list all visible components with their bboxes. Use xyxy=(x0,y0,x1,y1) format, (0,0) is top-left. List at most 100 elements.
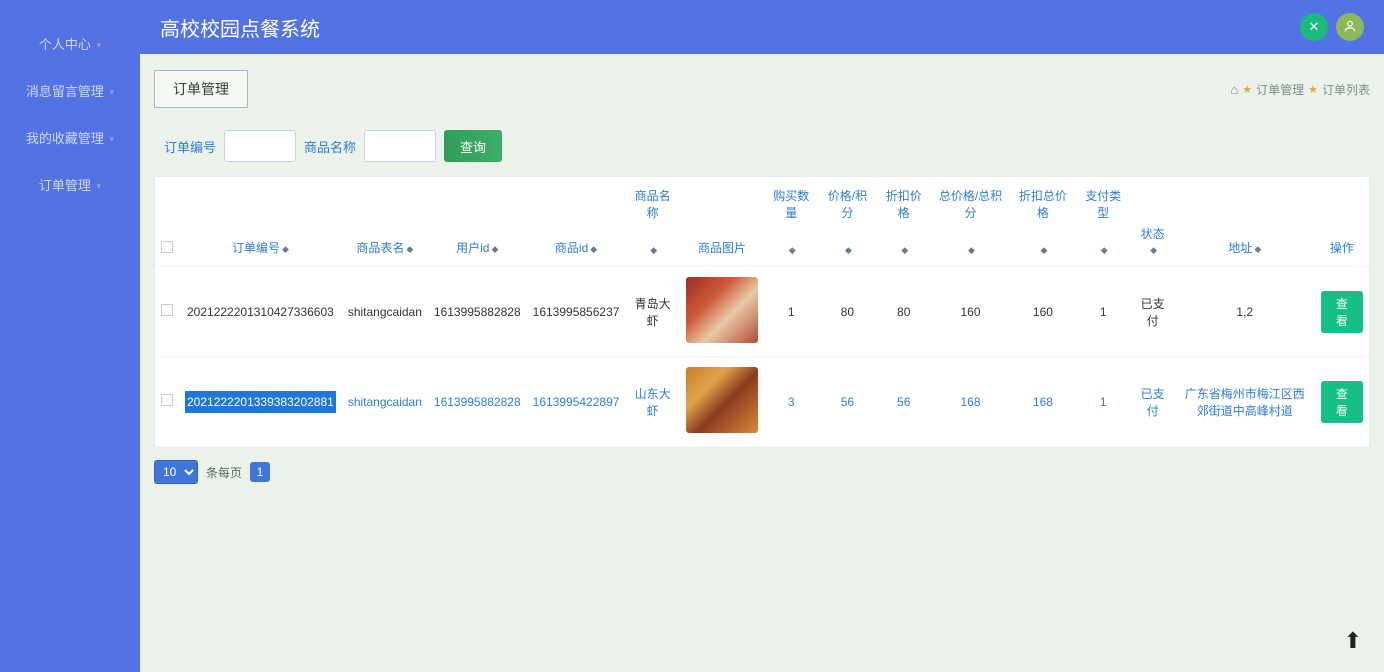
chevron-down-icon: ▾ xyxy=(110,134,115,145)
sort-icon: ◆ xyxy=(282,244,289,254)
user-button[interactable] xyxy=(1336,13,1364,41)
product-image xyxy=(686,277,758,343)
sort-icon: ◆ xyxy=(1150,245,1157,255)
cell-discount-total: 168 xyxy=(1010,357,1076,447)
fullscreen-button[interactable]: ✕ xyxy=(1300,13,1328,41)
cell-order-no: 2021222201310427336603 xyxy=(179,267,342,357)
page-title: 高校校园点餐系统 xyxy=(160,13,1292,42)
col-discount-total-sort[interactable]: ◆ xyxy=(1010,223,1076,267)
cell-qty: 3 xyxy=(764,357,819,447)
cell-pay-type: 1 xyxy=(1076,267,1131,357)
sidebar-item-label: 消息留言管理 xyxy=(26,84,104,99)
orders-table: 商品名称 购买数量 价格/积分 折扣价格 总价格/总积分 折扣总价格 支付类型 xyxy=(154,176,1370,448)
arrow-up-icon: ⬆ xyxy=(1344,628,1362,653)
cell-total: 160 xyxy=(931,267,1010,357)
product-name-input[interactable] xyxy=(364,130,436,162)
chevron-down-icon: ▾ xyxy=(110,87,115,98)
cell-status: 已支付 xyxy=(1130,267,1174,357)
col-product-img: 商品图片 xyxy=(698,241,746,255)
table-row: 2021222201339383202881 shitangcaidan 161… xyxy=(155,357,1369,447)
sidebar-item-profile[interactable]: 个人中心 ▾ xyxy=(0,20,140,67)
view-button[interactable]: 查看 xyxy=(1321,291,1363,333)
query-button[interactable]: 查询 xyxy=(444,130,502,162)
product-name-label: 商品名称 xyxy=(304,137,356,156)
scroll-to-top-button[interactable]: ⬆ xyxy=(1344,628,1362,654)
page-size-select[interactable]: 10 xyxy=(154,460,198,484)
cell-user-id: 1613995882828 xyxy=(428,267,527,357)
order-no-input[interactable] xyxy=(224,130,296,162)
pagination: 10 条每页 1 xyxy=(154,460,1370,484)
select-all-checkbox[interactable] xyxy=(161,241,173,253)
page-number[interactable]: 1 xyxy=(250,462,270,482)
col-qty-sort[interactable]: ◆ xyxy=(764,223,819,267)
cell-pay-type: 1 xyxy=(1076,357,1131,447)
cell-discount-total: 160 xyxy=(1010,267,1076,357)
sidebar-item-label: 订单管理 xyxy=(39,178,91,193)
cell-price: 80 xyxy=(818,267,876,357)
breadcrumb: ⌂ ★ 订单管理 ★ 订单列表 xyxy=(1230,81,1370,98)
cell-total: 168 xyxy=(931,357,1010,447)
chevron-down-icon: ▾ xyxy=(97,181,102,192)
sidebar-item-label: 我的收藏管理 xyxy=(26,131,104,146)
order-no-label: 订单编号 xyxy=(164,137,216,156)
header: 高校校园点餐系统 ✕ xyxy=(140,0,1384,54)
cell-table-name: shitangcaidan xyxy=(342,357,428,447)
cell-product-id: 1613995856237 xyxy=(527,267,626,357)
breadcrumb-section: 订单管理 xyxy=(1256,81,1304,98)
col-ops: 操作 xyxy=(1330,241,1354,255)
sort-icon: ◆ xyxy=(590,244,597,254)
sidebar: 个人中心 ▾ 消息留言管理 ▾ 我的收藏管理 ▾ 订单管理 ▾ xyxy=(0,0,140,672)
cell-status: 已支付 xyxy=(1130,357,1174,447)
col-product-name-sort[interactable]: ◆ xyxy=(625,223,680,267)
col-status-sort[interactable]: 状态◆ xyxy=(1130,223,1174,267)
col-discount-total: 折扣总价格 xyxy=(1019,189,1067,220)
product-image xyxy=(686,367,758,433)
col-discount-price-sort[interactable]: ◆ xyxy=(876,223,931,267)
cell-product-id: 1613995422897 xyxy=(527,357,626,447)
home-icon: ⌂ xyxy=(1230,82,1238,97)
user-icon xyxy=(1343,19,1357,36)
sort-icon: ◆ xyxy=(845,245,852,255)
cell-qty: 1 xyxy=(764,267,819,357)
col-table-name-sort[interactable]: 商品表名◆ xyxy=(342,223,428,267)
col-address-sort[interactable]: 地址◆ xyxy=(1175,223,1315,267)
expand-icon: ✕ xyxy=(1309,19,1320,35)
tab-order-manage[interactable]: 订单管理 xyxy=(154,70,248,108)
cell-table-name: shitangcaidan xyxy=(342,267,428,357)
row-checkbox[interactable] xyxy=(161,304,173,316)
col-price-sort[interactable]: ◆ xyxy=(818,223,876,267)
col-total-sort[interactable]: ◆ xyxy=(931,223,1010,267)
col-price: 价格/积分 xyxy=(828,189,867,220)
col-total: 总价格/总积分 xyxy=(939,189,1002,220)
col-pay-type: 支付类型 xyxy=(1085,189,1121,220)
sort-icon: ◆ xyxy=(901,245,908,255)
cell-order-no: 2021222201339383202881 xyxy=(185,391,336,413)
sort-icon: ◆ xyxy=(650,245,657,255)
cell-user-id: 1613995882828 xyxy=(428,357,527,447)
col-product-id-sort[interactable]: 商品id◆ xyxy=(527,223,626,267)
col-order-no-sort[interactable]: 订单编号◆ xyxy=(179,223,342,267)
col-discount-price: 折扣价格 xyxy=(886,189,922,220)
col-user-id-sort[interactable]: 用户id◆ xyxy=(428,223,527,267)
sidebar-item-label: 个人中心 xyxy=(39,37,91,52)
sidebar-item-messages[interactable]: 消息留言管理 ▾ xyxy=(0,67,140,114)
cell-discount-price: 80 xyxy=(876,267,931,357)
chevron-down-icon: ▾ xyxy=(97,40,102,51)
row-checkbox[interactable] xyxy=(161,394,173,406)
col-product-name: 商品名称 xyxy=(635,189,671,220)
cell-price: 56 xyxy=(818,357,876,447)
star-icon: ★ xyxy=(1308,83,1318,96)
sort-icon: ◆ xyxy=(406,244,413,254)
sort-icon: ◆ xyxy=(968,245,975,255)
cell-address: 广东省梅州市梅江区西郊街道中高峰村道 xyxy=(1175,357,1315,447)
cell-discount-price: 56 xyxy=(876,357,931,447)
sidebar-item-favorites[interactable]: 我的收藏管理 ▾ xyxy=(0,114,140,161)
sidebar-item-orders[interactable]: 订单管理 ▾ xyxy=(0,161,140,208)
filter-bar: 订单编号 商品名称 查询 xyxy=(164,130,1370,162)
col-pay-type-sort[interactable]: ◆ xyxy=(1076,223,1131,267)
sort-icon: ◆ xyxy=(1101,245,1108,255)
cell-product-name: 青岛大虾 xyxy=(625,267,680,357)
cell-address: 1,2 xyxy=(1175,267,1315,357)
col-qty: 购买数量 xyxy=(773,189,809,220)
view-button[interactable]: 查看 xyxy=(1321,381,1363,423)
